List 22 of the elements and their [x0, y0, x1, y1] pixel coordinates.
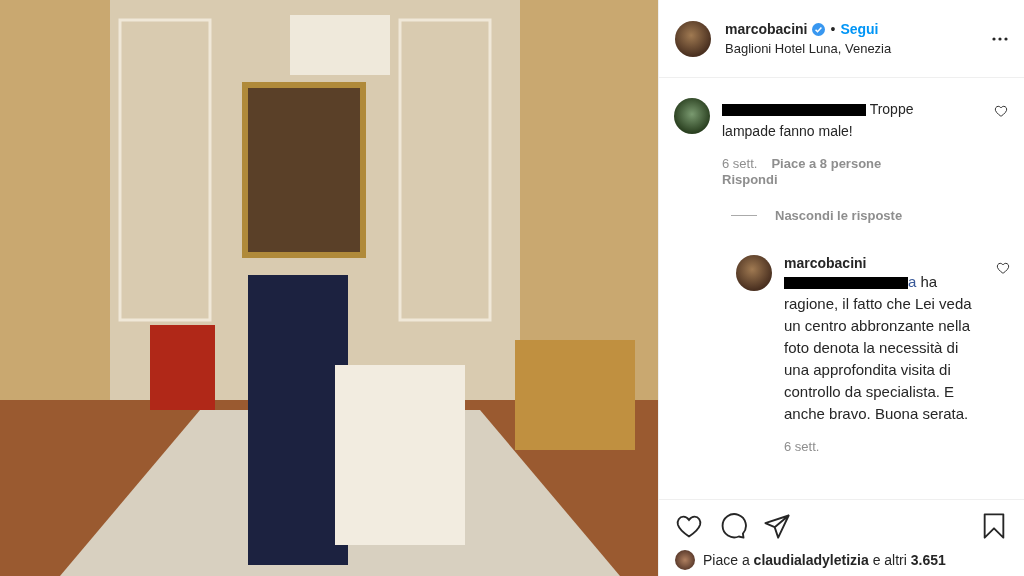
like-icon[interactable] — [994, 104, 1008, 118]
share-icon[interactable] — [763, 512, 791, 540]
timestamp: 6 sett. — [784, 439, 820, 455]
likes-text: Piace a claudialadyletizia e altri 3.651 — [703, 552, 946, 568]
likes-count[interactable]: Piace a 8 persone — [771, 156, 882, 172]
follow-link[interactable]: Segui — [840, 21, 879, 37]
username[interactable]: marcobacini — [784, 255, 984, 271]
username[interactable]: marcobacini — [725, 21, 808, 37]
comment-text: a ha ragione, il fatto che Lei veda un centro abbronzante nella foto denota la necessità di una approfondita visita di controllo da specialista. E anche bravo. Buona serata. — [784, 272, 973, 424]
avatar — [675, 550, 695, 570]
like-icon[interactable] — [996, 261, 1010, 275]
avatar[interactable] — [736, 255, 772, 291]
reply-link[interactable]: Rispondi — [722, 172, 778, 188]
more-options-icon[interactable] — [992, 36, 1008, 41]
separator-dot: • — [830, 21, 836, 37]
timestamp: 6 sett. — [722, 156, 758, 172]
avatar[interactable] — [675, 20, 711, 57]
hide-replies-link[interactable]: Nascondi le risposte — [775, 208, 903, 223]
avatar[interactable] — [674, 98, 710, 134]
comment-text: Troppe lampade fanno male! — [722, 100, 915, 141]
location-link[interactable]: Baglioni Hotel Luna, Venezia — [725, 41, 978, 56]
comment-icon[interactable] — [719, 512, 747, 540]
